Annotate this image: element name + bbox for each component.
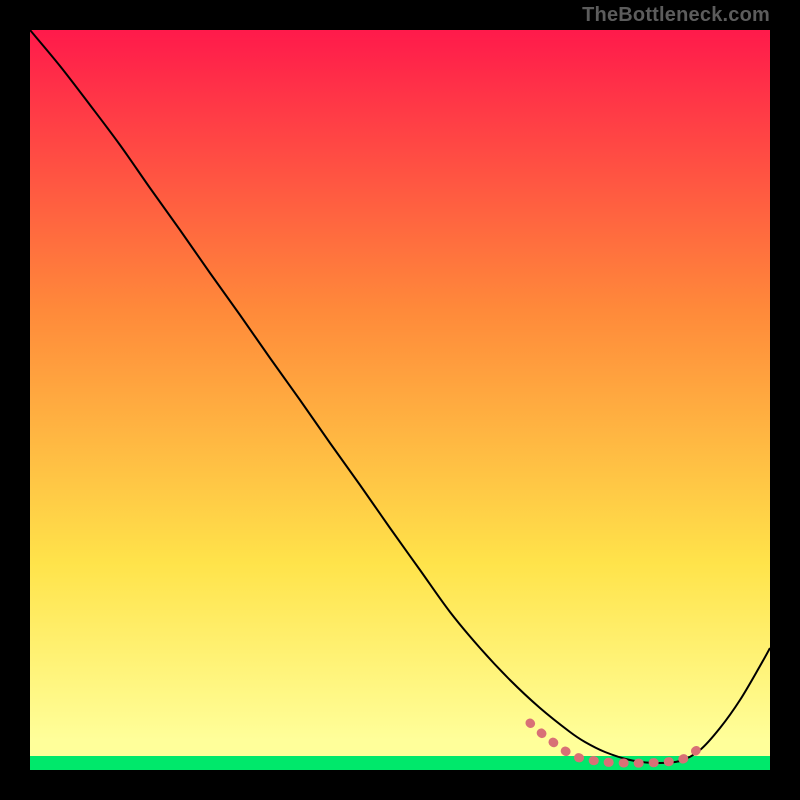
plot-area (30, 30, 770, 770)
plot-svg (30, 30, 770, 770)
chart-frame: { "watermark": "TheBottleneck.com", "cha… (0, 0, 800, 800)
watermark-text: TheBottleneck.com (582, 4, 770, 27)
gradient-background (30, 30, 770, 770)
